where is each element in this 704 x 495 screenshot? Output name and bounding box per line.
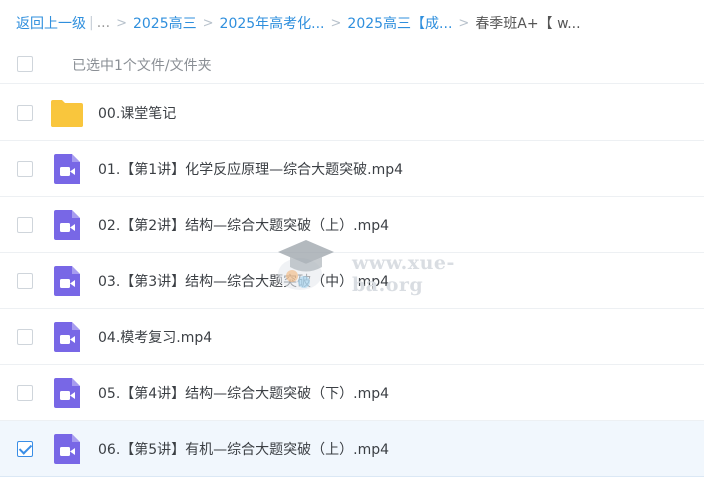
file-checkbox[interactable] [17, 217, 33, 233]
file-row[interactable]: 01.【第1讲】化学反应原理—综合大题突破.mp4 [0, 141, 704, 197]
file-row[interactable]: 00.课堂笔记 [0, 85, 704, 141]
breadcrumb-current: 春季班A+【 w... [475, 16, 581, 32]
file-name[interactable]: 04.模考复习.mp4 [98, 327, 212, 347]
video-file-icon [50, 433, 84, 465]
chevron-right-icon: > [202, 15, 214, 31]
file-name[interactable]: 06.【第5讲】有机—综合大题突破（上）.mp4 [98, 439, 389, 459]
breadcrumb-item[interactable]: 2025年高考化... [220, 13, 325, 33]
file-checkbox[interactable] [17, 273, 33, 289]
chevron-right-icon: > [330, 15, 342, 31]
video-file-icon [50, 321, 84, 353]
breadcrumb-divider: | [89, 15, 94, 31]
file-list-header: 已选中1个文件/文件夹 [0, 46, 704, 84]
file-name[interactable]: 02.【第2讲】结构—综合大题突破（上）.mp4 [98, 215, 389, 235]
breadcrumb-item[interactable]: 2025高三【成... [347, 13, 452, 33]
breadcrumb-item[interactable]: 2025高三 [133, 13, 197, 33]
file-checkbox[interactable] [17, 105, 33, 121]
file-checkbox[interactable] [17, 161, 33, 177]
video-file-icon [50, 153, 84, 185]
file-name[interactable]: 03.【第3讲】结构—综合大题突破（中）.mp4 [98, 271, 389, 291]
chevron-right-icon: > [458, 15, 470, 31]
selection-count-label: 已选中1个文件/文件夹 [72, 57, 212, 74]
file-checkbox[interactable] [17, 441, 33, 457]
file-checkbox[interactable] [17, 329, 33, 345]
video-file-icon [50, 209, 84, 241]
video-file-icon [50, 377, 84, 409]
chevron-right-icon: > [116, 15, 127, 31]
file-row[interactable]: 02.【第2讲】结构—综合大题突破（上）.mp4 [0, 197, 704, 253]
back-link[interactable]: 返回上一级 [16, 13, 86, 33]
file-row[interactable]: 04.模考复习.mp4 [0, 309, 704, 365]
file-checkbox[interactable] [17, 385, 33, 401]
file-row[interactable]: 03.【第3讲】结构—综合大题突破（中）.mp4 [0, 253, 704, 309]
file-name[interactable]: 05.【第4讲】结构—综合大题突破（下）.mp4 [98, 383, 389, 403]
select-all-checkbox[interactable] [17, 56, 33, 72]
folder-icon [50, 97, 84, 129]
file-row[interactable]: 06.【第5讲】有机—综合大题突破（上）.mp4 [0, 421, 704, 477]
breadcrumb: 返回上一级 | ... > 2025高三 > 2025年高考化... > 202… [0, 0, 704, 46]
video-file-icon [50, 265, 84, 297]
breadcrumb-ellipsis[interactable]: ... [97, 15, 110, 31]
file-name[interactable]: 00.课堂笔记 [98, 103, 176, 123]
file-name[interactable]: 01.【第1讲】化学反应原理—综合大题突破.mp4 [98, 159, 403, 179]
file-row[interactable]: 05.【第4讲】结构—综合大题突破（下）.mp4 [0, 365, 704, 421]
